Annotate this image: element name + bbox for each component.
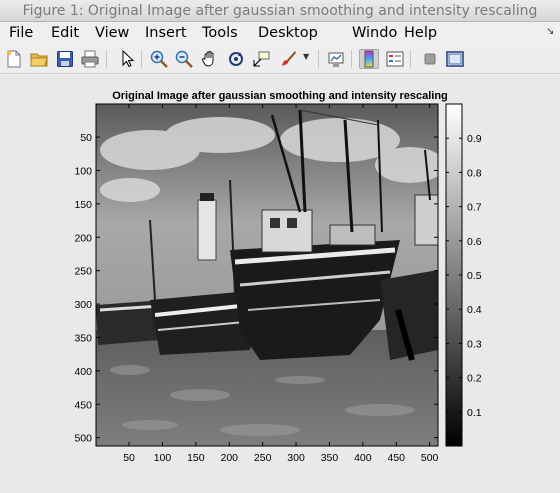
y-tick-label: 500 <box>74 433 92 445</box>
y-tick-label: 250 <box>74 266 92 278</box>
x-tick-label: 50 <box>123 452 135 464</box>
y-tick-label: 50 <box>80 132 92 144</box>
colorbar-tick-label: 0.4 <box>467 304 482 316</box>
colorbar-tick-label: 0.7 <box>467 202 482 214</box>
x-tick-label: 450 <box>387 452 405 464</box>
y-tick-label: 200 <box>74 232 92 244</box>
x-tick-label: 300 <box>287 452 305 464</box>
colorbar-tick-label: 0.5 <box>467 270 482 282</box>
colorbar-tick-label: 0.1 <box>467 407 482 419</box>
y-tick-label: 300 <box>74 299 92 311</box>
x-tick-label: 250 <box>254 452 272 464</box>
y-tick-label: 450 <box>74 399 92 411</box>
x-tick-label: 100 <box>154 452 172 464</box>
colorbar-tick-label: 0.2 <box>467 373 482 385</box>
colorbar-tick-label: 0.8 <box>467 167 482 179</box>
lighthouse <box>197 193 217 261</box>
y-tick-label: 400 <box>74 366 92 378</box>
colorbar-tick-label: 0.6 <box>467 236 482 248</box>
x-tick-label: 150 <box>187 452 205 464</box>
figure-axes-layer: 50 100 150 200 250 300 350 400 450 500 50 100 150 20… <box>74 103 482 464</box>
image-display[interactable] <box>96 104 445 446</box>
y-tick-label: 150 <box>74 199 92 211</box>
x-tick-label: 350 <box>321 452 339 464</box>
x-tick-label: 400 <box>354 452 372 464</box>
colorbar-tick-label: 0.3 <box>467 338 482 350</box>
colorbar-tick-label: 0.9 <box>467 133 482 145</box>
x-tick-label: 200 <box>220 452 238 464</box>
x-tick-label: 500 <box>421 452 439 464</box>
y-tick-label: 100 <box>74 165 92 177</box>
y-tick-label: 350 <box>74 332 92 344</box>
